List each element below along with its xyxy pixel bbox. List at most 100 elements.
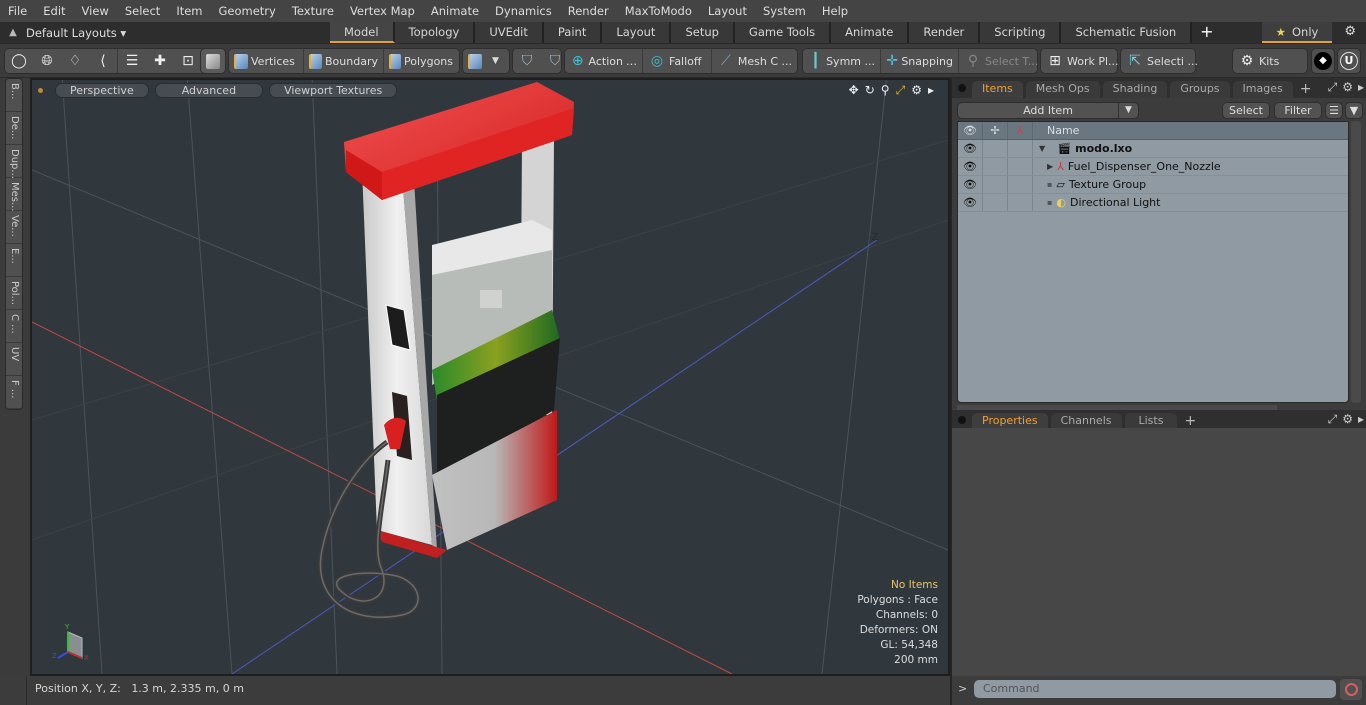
tree-row[interactable]: 👁︎ ▪ ▱ Texture Group <box>958 176 1348 194</box>
expand-panel-icon[interactable]: ⤢ <box>1328 80 1338 95</box>
tab-images[interactable]: Images <box>1232 81 1293 98</box>
vtab-deform[interactable]: De... <box>6 112 22 145</box>
vtab-uv[interactable]: UV <box>6 343 22 376</box>
collapse-up-icon[interactable]: ▲ <box>0 27 26 38</box>
panel-menu-dot[interactable] <box>958 84 966 92</box>
funnel-filter-icon[interactable]: ▼ <box>1345 101 1363 119</box>
menu-edit[interactable]: Edit <box>35 4 73 18</box>
work-plane-button[interactable]: ⊞ Work Pl... <box>1040 48 1119 74</box>
menu-system[interactable]: System <box>755 4 814 18</box>
viewport-textures-button[interactable]: Viewport Textures <box>269 82 398 98</box>
menu-item[interactable]: Item <box>168 4 210 18</box>
menu-maxtomodo[interactable]: MaxToModo <box>617 4 700 18</box>
list-options-icon[interactable]: ☰ <box>1325 101 1343 119</box>
mesh-constraint-button[interactable]: ⟋ Mesh C ... <box>712 49 797 73</box>
type-column-axes-icon[interactable]: ⅄ <box>1008 122 1033 139</box>
panel-gear-icon[interactable]: ⚙ <box>1342 412 1353 427</box>
gear-icon[interactable]: ⚙ <box>1344 24 1356 39</box>
rotate-icon[interactable]: ↻ <box>865 83 875 98</box>
eye-icon[interactable]: 👁︎ <box>958 194 983 211</box>
select-through-button[interactable]: ⚲ Select T... <box>959 49 1043 73</box>
tab-setup[interactable]: Setup <box>671 22 735 43</box>
viewport-gear-icon[interactable]: ⚙ <box>911 83 922 98</box>
vtab-curve[interactable]: C ... <box>6 310 22 343</box>
fuel-dispenser-model[interactable] <box>318 82 574 620</box>
vtab-duplicate[interactable]: Dup... <box>6 145 22 179</box>
add-tab-button[interactable]: + <box>1192 22 1221 43</box>
maximize-icon[interactable]: ⤢ <box>896 83 906 98</box>
square-target-icon[interactable]: ⊡ <box>174 49 202 73</box>
cross-icon[interactable]: ✚ <box>146 49 174 73</box>
filter-button[interactable]: Filter <box>1274 101 1322 119</box>
snapping-button[interactable]: ✛ Snapping <box>881 49 959 73</box>
eye-icon[interactable]: 👁︎ <box>958 158 983 175</box>
tab-scripting[interactable]: Scripting <box>980 22 1062 43</box>
panel-arrow-icon[interactable]: ▸ <box>1358 412 1364 427</box>
falloff-button[interactable]: ◎ Falloff <box>643 49 712 73</box>
lock-column-icon[interactable]: ✢ <box>983 122 1008 139</box>
tab-items[interactable]: Items <box>972 81 1023 98</box>
pen-icon[interactable]: ♢ <box>61 49 89 73</box>
vtab-fusion[interactable]: F ... <box>6 376 22 409</box>
vtab-mesh-edit[interactable]: Mes... <box>6 178 22 212</box>
only-toggle[interactable]: ★ Only <box>1262 22 1332 43</box>
vtab-vertex[interactable]: Ve... <box>6 211 22 244</box>
panel-gear-icon[interactable]: ⚙ <box>1342 80 1353 95</box>
vtab-basic[interactable]: B... <box>6 79 22 112</box>
material-dropdown[interactable]: ▼ <box>487 49 504 73</box>
tab-topology[interactable]: Topology <box>394 22 476 43</box>
tree-row[interactable]: 👁︎ ▼ 🎬︎ modo.lxo <box>958 140 1348 158</box>
menu-select[interactable]: Select <box>117 4 168 18</box>
action-center-icon[interactable]: ⛉ <box>513 49 541 73</box>
expand-triangle-icon[interactable]: ▶ <box>1047 162 1053 171</box>
vtab-edge[interactable]: E... <box>6 244 22 277</box>
menu-render[interactable]: Render <box>560 4 617 18</box>
tree-row[interactable]: 👁︎ ▪ ◐ Directional Light <box>958 194 1348 212</box>
tree-vertical-scrollbar[interactable] <box>1351 121 1361 403</box>
tab-model[interactable]: Model <box>330 22 395 43</box>
view-mode-button[interactable]: Perspective <box>55 82 149 98</box>
circle-select-icon[interactable]: ◯ <box>5 49 33 73</box>
name-column-header[interactable]: Name <box>1033 124 1079 137</box>
3d-viewport[interactable]: -Z Y X Z Perspective Advanced Viewport T… <box>30 78 950 676</box>
tab-layout[interactable]: Layout <box>602 22 672 43</box>
menu-texture[interactable]: Texture <box>284 4 342 18</box>
eye-icon[interactable]: 👁︎ <box>958 140 983 157</box>
material-mode-button[interactable] <box>463 49 487 73</box>
action-button[interactable]: ⊕ Action … <box>565 49 643 73</box>
tree-row[interactable]: 👁︎ ▶ ⅄ Fuel_Dispenser_One_Nozzle <box>958 158 1348 176</box>
menu-vertex-map[interactable]: Vertex Map <box>342 4 423 18</box>
add-panel-tab-button[interactable]: + <box>1296 81 1316 98</box>
tab-mesh-ops[interactable]: Mesh Ops <box>1025 81 1100 98</box>
item-mode-button[interactable] <box>200 48 226 74</box>
menu-help[interactable]: Help <box>814 4 856 18</box>
boundary-button[interactable]: Boundary <box>304 49 384 73</box>
tab-schematic-fusion[interactable]: Schematic Fusion <box>1061 22 1193 43</box>
collapse-triangle-icon[interactable]: ▼ <box>1039 144 1045 153</box>
menu-file[interactable]: File <box>0 4 35 18</box>
panel-arrow-icon[interactable]: ▸ <box>1358 80 1364 95</box>
vertices-button[interactable]: Vertices <box>229 49 304 73</box>
tab-game-tools[interactable]: Game Tools <box>734 22 832 43</box>
selection-sets-button[interactable]: ⇱ Selecti ... <box>1120 48 1198 74</box>
unity-button[interactable]: ◆ <box>1311 48 1335 74</box>
symmetry-button[interactable]: ┃ Symm ... <box>803 49 881 73</box>
menu-view[interactable]: View <box>74 4 117 18</box>
tab-shading[interactable]: Shading <box>1102 81 1168 98</box>
record-macro-button[interactable] <box>1340 679 1362 700</box>
add-item-dropdown-icon[interactable]: ▼ <box>1118 102 1138 118</box>
expand-arrow-icon[interactable]: ▸ <box>928 83 934 98</box>
sphere-icon[interactable]: 🌐︎ <box>33 49 61 73</box>
menu-geometry[interactable]: Geometry <box>211 4 284 18</box>
menu-animate[interactable]: Animate <box>423 4 487 18</box>
bezier-icon[interactable]: ⟨ <box>89 49 118 73</box>
viewport-menu-dot[interactable] <box>38 87 43 93</box>
unreal-button[interactable]: U <box>1337 48 1361 74</box>
kits-button[interactable]: ⚙ Kits <box>1232 48 1308 74</box>
default-layouts-dropdown[interactable]: Default Layouts ▾ <box>26 26 126 40</box>
add-item-button[interactable]: Add Item ▼ <box>957 101 1139 119</box>
menu-dynamics[interactable]: Dynamics <box>487 4 560 18</box>
command-input[interactable]: Command <box>974 680 1336 698</box>
expand-panel-icon[interactable]: ⤢ <box>1328 412 1338 427</box>
select-button[interactable]: Select <box>1222 101 1270 119</box>
